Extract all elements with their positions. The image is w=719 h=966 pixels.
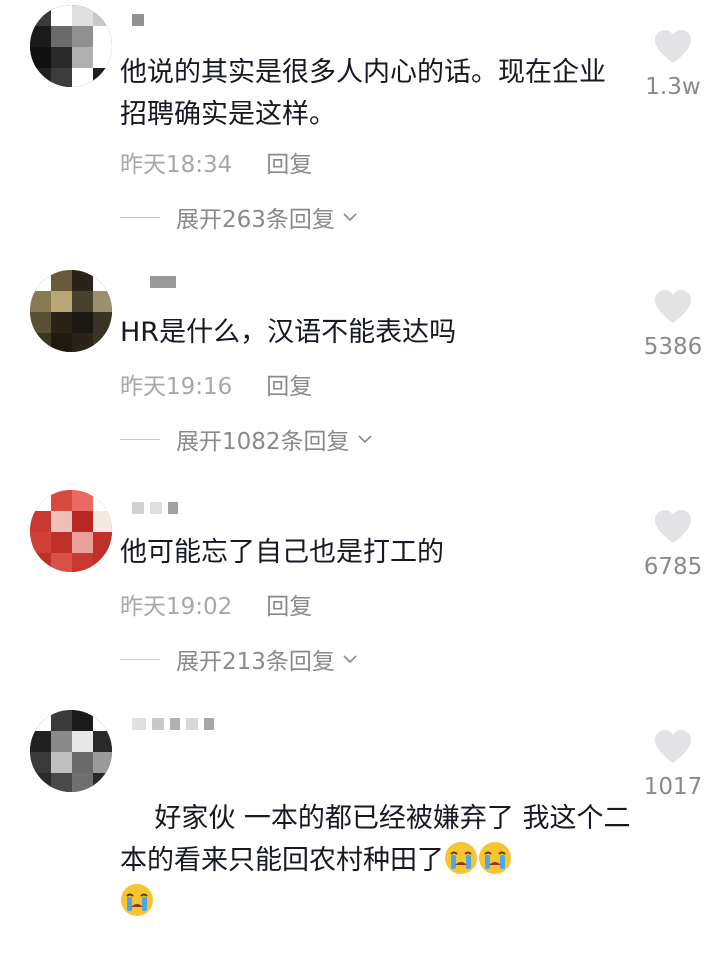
username[interactable] bbox=[132, 502, 178, 516]
expand-replies-label: 展开1082条回复 bbox=[176, 429, 350, 455]
divider-line bbox=[120, 438, 160, 440]
like-button[interactable]: 6785 bbox=[640, 510, 706, 580]
like-count: 1.3w bbox=[645, 74, 701, 100]
like-count: 6785 bbox=[643, 554, 703, 580]
like-count: 5386 bbox=[643, 334, 703, 360]
expand-replies-button[interactable]: 展开263条回复 bbox=[120, 200, 359, 234]
avatar[interactable] bbox=[30, 270, 112, 352]
loudly-crying-face-icon bbox=[121, 884, 153, 916]
chevron-down-icon bbox=[343, 655, 357, 664]
loudly-crying-face-icon bbox=[479, 842, 511, 874]
heart-icon bbox=[655, 30, 691, 63]
avatar[interactable] bbox=[30, 710, 112, 792]
like-button[interactable]: 1017 bbox=[640, 730, 706, 800]
username[interactable] bbox=[150, 276, 176, 290]
comment-text: 好家伙 一本的都已经被嫌弃了 我这个二本的看来只能回农村种田了 bbox=[120, 756, 640, 966]
comment-meta: 昨天19:02 回复 bbox=[120, 587, 312, 621]
avatar[interactable] bbox=[30, 490, 112, 572]
chevron-down-icon bbox=[343, 213, 357, 222]
reply-button[interactable]: 回复 bbox=[266, 145, 312, 179]
comment-text-content: 好家伙 一本的都已经被嫌弃了 我这个二本的看来只能回农村种田了 bbox=[120, 803, 631, 876]
reply-button[interactable]: 回复 bbox=[266, 587, 312, 621]
comment-meta: 昨天18:34 回复 bbox=[120, 145, 312, 179]
comment-text: HR是什么，汉语不能表达吗 bbox=[120, 317, 457, 348]
comment-time: 昨天19:02 bbox=[120, 594, 233, 620]
chevron-down-icon bbox=[357, 435, 372, 444]
like-button[interactable]: 1.3w bbox=[640, 30, 706, 100]
heart-icon bbox=[655, 510, 691, 543]
loudly-crying-face-icon bbox=[445, 842, 477, 874]
comment-text: 他说的其实是很多人内心的话。现在企业招聘确实是这样。 bbox=[120, 57, 606, 130]
expand-replies-label: 展开263条回复 bbox=[176, 207, 335, 233]
like-count: 1017 bbox=[643, 774, 703, 800]
expand-replies-button[interactable]: 展开213条回复 bbox=[120, 642, 359, 676]
comment-meta: 昨天19:16 回复 bbox=[120, 367, 312, 401]
like-button[interactable]: 5386 bbox=[640, 290, 706, 360]
comment-text: 他可能忘了自己也是打工的 bbox=[120, 537, 444, 568]
avatar[interactable] bbox=[30, 5, 112, 87]
expand-replies-label: 展开213条回复 bbox=[176, 649, 335, 675]
divider-line bbox=[120, 216, 160, 218]
heart-icon bbox=[655, 290, 691, 323]
reply-button[interactable]: 回复 bbox=[266, 367, 312, 401]
heart-icon bbox=[655, 730, 691, 763]
username[interactable] bbox=[132, 718, 214, 732]
comment-time: 昨天18:34 bbox=[120, 152, 233, 178]
divider-line bbox=[120, 658, 160, 660]
comment-time: 昨天19:16 bbox=[120, 374, 233, 400]
username[interactable] bbox=[132, 14, 144, 28]
expand-replies-button[interactable]: 展开1082条回复 bbox=[120, 422, 374, 456]
